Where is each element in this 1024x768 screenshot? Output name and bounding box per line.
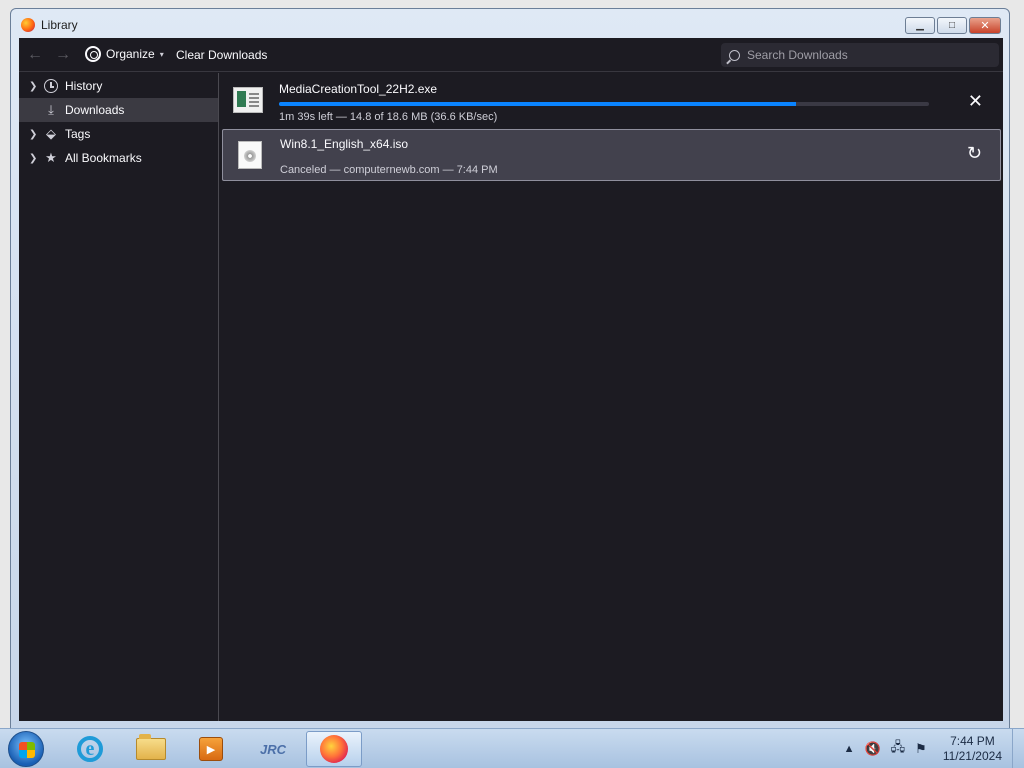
download-filename: Win8.1_English_x64.iso (280, 137, 409, 151)
download-item[interactable]: Win8.1_English_x64.iso Canceled — comput… (222, 129, 1001, 181)
library-window: Library ▁ □ ✕ ← → Organize ▾ Clear Downlo… (10, 8, 1010, 730)
download-filename: MediaCreationTool_22H2.exe (279, 82, 438, 96)
download-icon: ⤓ (48, 102, 54, 117)
arrow-right-icon[interactable]: → (55, 46, 71, 64)
windows-logo-icon (19, 742, 35, 758)
ie-icon: e (77, 736, 103, 762)
organize-button[interactable]: Organize ▾ (85, 46, 164, 62)
library-client: ← → Organize ▾ Clear Downloads ❯ History … (19, 38, 1003, 721)
flag-icon[interactable]: ⚑ (915, 741, 927, 757)
downloads-list: MediaCreationTool_22H2.exe 1m 39s left —… (220, 73, 1003, 721)
clock-icon (44, 79, 58, 93)
sidebar-item-downloads[interactable]: ⤓ Downloads (19, 98, 218, 122)
taskbar: e ▶ JRC ▲ 🔇 🖧 ⚑ 7:44 PM 11/21/2024 (0, 728, 1024, 768)
sidebar-item-label: All Bookmarks (65, 151, 142, 165)
taskbar-app-firefox[interactable] (306, 731, 362, 767)
download-status: Canceled — computernewb.com — 7:44 PM (280, 164, 498, 176)
sidebar-item-label: History (65, 79, 103, 93)
start-button[interactable] (8, 731, 44, 767)
taskbar-app-media-player[interactable]: ▶ (183, 731, 239, 767)
retry-icon[interactable]: ↻ (967, 144, 982, 162)
clock-time: 7:44 PM (950, 734, 995, 748)
clock-date: 11/21/2024 (942, 749, 1002, 763)
window-title: Library (41, 18, 78, 32)
download-item[interactable]: MediaCreationTool_22H2.exe 1m 39s left —… (222, 75, 1001, 127)
sidebar-item-label: Downloads (65, 103, 125, 117)
firefox-icon (21, 18, 35, 32)
taskbar-clock[interactable]: 7:44 PM 11/21/2024 (943, 734, 1002, 764)
taskbar-app-internet-explorer[interactable]: e (62, 731, 118, 767)
iso-file-icon (238, 141, 262, 169)
progress-fill (279, 102, 797, 106)
toolbar: ← → Organize ▾ Clear Downloads (19, 38, 1003, 72)
system-tray: ▲ 🔇 🖧 ⚑ 7:44 PM 11/21/2024 (844, 729, 1024, 768)
download-progress-bar (279, 102, 929, 106)
network-icon[interactable]: 🖧 (891, 738, 906, 760)
close-icon[interactable]: ✕ (968, 92, 983, 110)
folder-icon (136, 734, 166, 760)
chevron-up-icon[interactable]: ▲ (844, 743, 855, 755)
minimize-button[interactable]: ▁ (905, 17, 935, 34)
organize-label: Organize (106, 47, 155, 61)
sidebar-item-all-bookmarks[interactable]: ❯ ★ All Bookmarks (19, 146, 218, 170)
gear-icon (85, 46, 101, 62)
chevron-right-icon[interactable]: ❯ (29, 153, 39, 164)
search-input[interactable] (747, 48, 987, 62)
show-desktop-button[interactable] (1012, 729, 1024, 768)
taskbar-app-jrc[interactable]: JRC (245, 731, 301, 767)
media-player-icon: ▶ (199, 737, 223, 761)
jrc-icon: JRC (259, 741, 286, 757)
title-bar[interactable]: Library ▁ □ ✕ (11, 9, 1009, 39)
clear-downloads-button[interactable]: Clear Downloads (176, 48, 267, 62)
chevron-right-icon[interactable]: ❯ (29, 81, 39, 92)
search-box[interactable] (721, 43, 999, 67)
taskbar-app-file-explorer[interactable] (123, 731, 179, 767)
exe-file-icon (233, 87, 263, 113)
chevron-right-icon[interactable]: ❯ (29, 129, 39, 140)
tag-icon: ⬙ (46, 126, 56, 141)
firefox-icon (320, 735, 348, 763)
sidebar: ❯ History ⤓ Downloads ❯ ⬙ Tags ❯ ★ All B… (19, 73, 219, 721)
chevron-down-icon: ▾ (159, 49, 164, 59)
sidebar-item-tags[interactable]: ❯ ⬙ Tags (19, 122, 218, 146)
star-icon: ★ (45, 150, 57, 165)
sidebar-item-label: Tags (65, 127, 91, 141)
maximize-button[interactable]: □ (937, 17, 967, 34)
volume-muted-icon[interactable]: 🔇 (864, 741, 880, 757)
close-window-button[interactable]: ✕ (969, 17, 1001, 34)
download-status: 1m 39s left — 14.8 of 18.6 MB (36.6 KB/s… (279, 111, 498, 123)
search-icon (729, 49, 740, 61)
sidebar-item-history[interactable]: ❯ History (19, 74, 218, 98)
arrow-left-icon[interactable]: ← (27, 46, 43, 64)
